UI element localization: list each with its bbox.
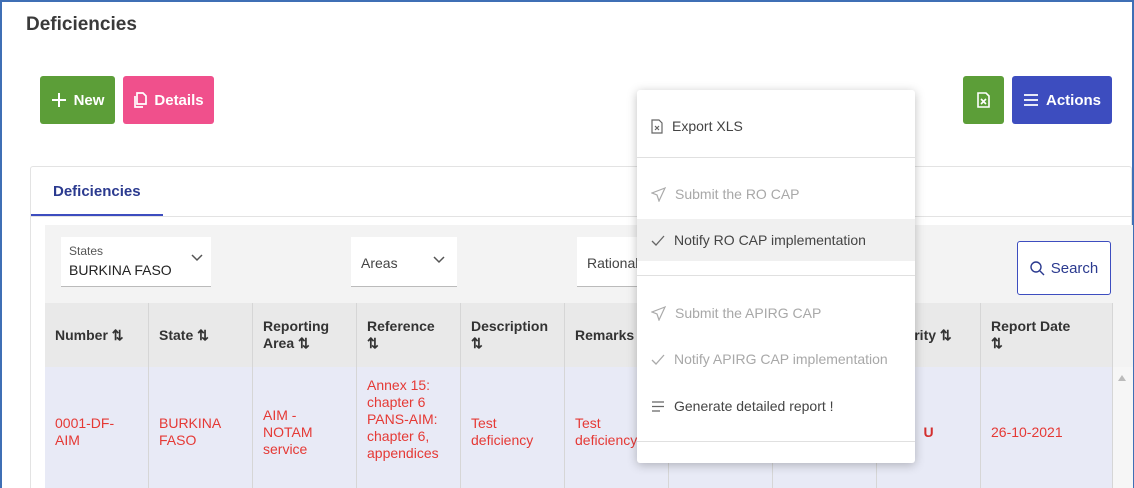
list-icon [1023,94,1038,106]
column-header-number[interactable]: Number ⇅ [45,303,149,367]
menu-item-submit-ro-cap: Submit the RO CAP [637,173,915,215]
copy-file-icon [134,92,148,108]
cell-state: BURKINA FASO [149,367,253,488]
search-icon [1030,260,1045,275]
menu-item-submit-apirg-cap: Submit the APIRG CAP [637,292,915,334]
table-row[interactable]: 0001-DF-AIM BURKINA FASO AIM - NOTAM ser… [45,367,1113,488]
column-header-label: Remarks [575,326,635,343]
send-icon [651,186,666,202]
check-icon [651,235,665,246]
menu-divider [637,157,915,158]
deficiencies-card: Deficiencies States BURKINA FASO Areas R… [30,166,1133,488]
areas-filter-label: Areas [361,255,398,271]
check-icon [651,354,665,365]
search-button-label: Search [1050,259,1099,277]
new-button-label: New [73,91,105,109]
scroll-up-icon[interactable] [1118,375,1126,381]
menu-item-label: Notify APIRG CAP implementation [674,351,888,367]
cell-reporting-area: AIM - NOTAM service [253,367,357,488]
states-filter-label: States [69,244,104,258]
cell-report-date: 26-10-2021 [981,367,1113,488]
menu-item-generate-report[interactable]: Generate detailed report ! [637,385,915,427]
column-header-description[interactable]: Description ⇅ [461,303,565,367]
column-header-reference[interactable]: Reference ⇅ [357,303,461,367]
plus-icon [51,93,66,107]
xls-file-icon [977,92,990,108]
sort-icon: ⇅ [197,326,209,343]
tab-deficiencies[interactable]: Deficiencies [31,167,163,217]
search-button[interactable]: Search [1017,241,1111,295]
new-button[interactable]: New [40,76,115,124]
menu-item-export-xls[interactable]: Export XLS [637,105,915,147]
sort-icon: ⇅ [991,335,1003,351]
column-header-label: Reporting Area [263,318,330,351]
areas-filter[interactable]: Areas [351,237,457,287]
sort-icon: ⇅ [298,335,310,351]
table-scrollbar[interactable] [1113,367,1133,488]
tab-divider [31,216,1131,217]
states-filter[interactable]: States BURKINA FASO [61,237,211,287]
cell-description: Test deficiency [461,367,565,488]
menu-item-notify-apirg-cap: Notify APIRG CAP implementation [637,338,915,380]
cell-number: 0001-DF-AIM [45,367,149,488]
column-header-label: State [159,326,194,343]
menu-item-label: Submit the APIRG CAP [675,305,822,321]
menu-item-label: Generate detailed report ! [674,398,834,414]
table-panel: States BURKINA FASO Areas Rationale Sear… [45,225,1133,488]
sort-icon: ⇅ [471,335,483,351]
sort-icon: ⇅ [367,335,379,351]
details-button[interactable]: Details [123,76,214,124]
chevron-down-icon [433,256,445,264]
sort-icon: ⇅ [939,326,952,343]
column-header-label: Report Date [991,318,1071,334]
align-left-icon [652,400,664,412]
cell-reference: Annex 15: chapter 6 PANS-AIM: chapter 6,… [357,367,461,488]
actions-button[interactable]: Actions [1012,76,1112,124]
column-header-reporting-area[interactable]: Reporting Area ⇅ [253,303,357,367]
menu-item-label: Submit the RO CAP [675,186,800,202]
details-button-label: Details [154,91,204,109]
states-filter-value: BURKINA FASO [69,262,172,278]
column-header-label: Description [471,318,549,334]
sort-icon: ⇅ [111,326,124,343]
send-icon [651,305,666,321]
page-title: Deficiencies [26,14,137,35]
menu-divider [637,441,915,442]
column-header-label: Reference [367,318,435,334]
menu-item-label: Export XLS [672,118,743,134]
menu-item-label: Notify RO CAP implementation [674,232,866,248]
column-header-label: Number [55,326,108,343]
table-header: Number ⇅ State ⇅ Reporting Area ⇅ Refere… [45,303,1113,367]
column-header-state[interactable]: State ⇅ [149,303,253,367]
xls-file-icon [651,118,663,134]
export-xls-button[interactable] [963,76,1004,124]
chevron-down-icon [191,254,203,262]
actions-menu: Export XLS Submit the RO CAP Notify RO C… [637,90,915,463]
menu-divider [637,275,915,276]
actions-button-label: Actions [1045,91,1101,109]
column-header-report-date[interactable]: Report Date ⇅ [981,303,1113,367]
menu-item-notify-ro-cap[interactable]: Notify RO CAP implementation [637,219,915,261]
